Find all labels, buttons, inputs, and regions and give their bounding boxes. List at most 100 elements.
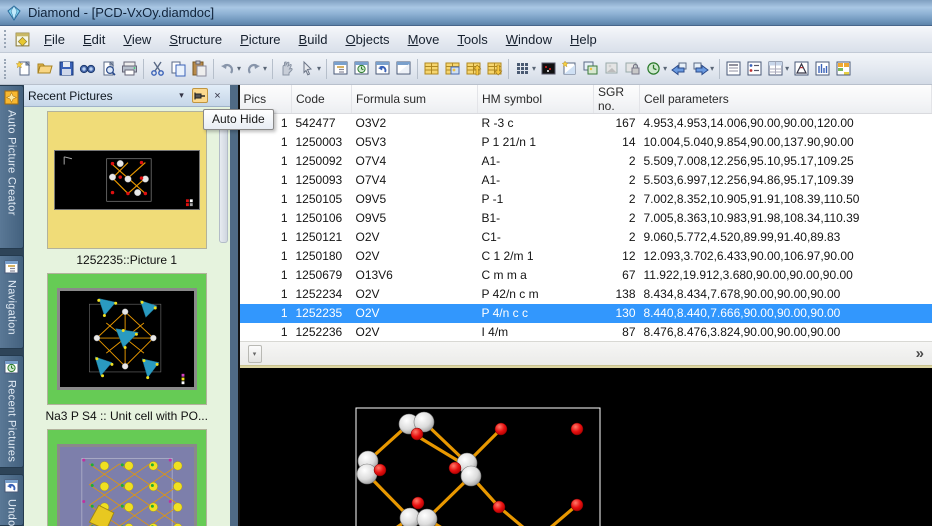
dropdown-arrow-icon[interactable]: ▾ [532, 64, 536, 73]
dropdown-arrow-icon[interactable]: ▾ [663, 64, 667, 73]
menu-move[interactable]: Move [399, 29, 449, 50]
pastepic-icon[interactable] [601, 58, 622, 79]
table-cell: 1 [240, 133, 292, 152]
menu-build[interactable]: Build [290, 29, 337, 50]
menu-file[interactable]: File [35, 29, 74, 50]
dock-tab-recent-pictures[interactable]: Recent Pictures [0, 355, 24, 468]
cut-icon[interactable] [147, 58, 168, 79]
dock-tab-navigation[interactable]: Navigation [0, 255, 24, 349]
table-row[interactable]: 11250679O13V6C m m a6711.922,19.912,3.68… [240, 266, 932, 285]
dropdown-arrow-icon[interactable]: ▾ [317, 64, 321, 73]
viewbar-dropdown-button[interactable]: ▾ [248, 345, 262, 363]
table-row[interactable]: 11250106O9V5B1-27.005,8.363,10.983,91.98… [240, 209, 932, 228]
menu-tools[interactable]: Tools [448, 29, 496, 50]
dropdown-arrow-icon[interactable]: ▾ [263, 64, 267, 73]
table-row[interactable]: 11250180O2VC 1 2/m 11212.093,3.702,6.433… [240, 247, 932, 266]
paste-icon[interactable] [189, 58, 210, 79]
tbl-new-icon[interactable] [421, 58, 442, 79]
table-cell: 87 [594, 323, 640, 342]
table-row[interactable]: 11250003O5V3P 1 21/n 11410.004,5.040,9.8… [240, 133, 932, 152]
table-cell: 1 [240, 171, 292, 190]
print-icon[interactable] [119, 58, 140, 79]
tbl-export-icon[interactable] [484, 58, 505, 79]
table-row[interactable]: 1542477O3V2R -3 c1674.953,4.953,14.006,9… [240, 114, 932, 133]
table-row[interactable]: 11252235O2VP 4/n c c1308.440,8.440,7.666… [240, 304, 932, 323]
dock-tab-undo-buffer[interactable]: Undo Buffer [0, 474, 24, 526]
open-icon[interactable] [35, 58, 56, 79]
table-row[interactable]: 11250105O9V5P -127.002,8.352,10.905,91.9… [240, 190, 932, 209]
column-header-hm-symbol[interactable]: HM symbol [478, 85, 594, 114]
undo-icon[interactable]: ▾ [217, 58, 243, 79]
viewangle-icon[interactable] [791, 58, 812, 79]
auto-hide-pin-button[interactable] [192, 88, 208, 103]
back-icon[interactable] [669, 58, 690, 79]
dropdown-arrow-icon[interactable]: ▾ [710, 64, 714, 73]
panel-close-button[interactable]: × [210, 88, 226, 103]
viewlist-icon[interactable] [723, 58, 744, 79]
save-icon[interactable] [56, 58, 77, 79]
menu-view[interactable]: View [114, 29, 160, 50]
thumbnail-image [57, 444, 197, 526]
column-header-sgr-no-[interactable]: SGR no. [594, 85, 640, 114]
pane-blank-icon[interactable] [393, 58, 414, 79]
tbl-pics-icon[interactable] [442, 58, 463, 79]
menu-help[interactable]: Help [561, 29, 606, 50]
pane-nav-icon[interactable] [330, 58, 351, 79]
table-cell: 1250093 [292, 171, 352, 190]
thumbnail-card-2[interactable] [47, 273, 207, 405]
gridview-icon[interactable]: ▾ [512, 58, 538, 79]
dock-tab-label: Recent Pictures [5, 380, 17, 462]
viewcolor-icon[interactable] [833, 58, 854, 79]
tbl-import-icon[interactable] [463, 58, 484, 79]
copy-icon[interactable] [168, 58, 189, 79]
column-header-formula-sum[interactable]: Formula sum [352, 85, 478, 114]
menu-picture[interactable]: Picture [231, 29, 289, 50]
table-row[interactable]: 11250121O2VC1-29.060,5.772,4.520,89.99,9… [240, 228, 932, 247]
redo-icon[interactable]: ▾ [243, 58, 269, 79]
dock-tab-auto-picture-creator[interactable]: Auto Picture Creator [0, 85, 24, 249]
hand-icon[interactable] [276, 58, 297, 79]
fwd-icon[interactable]: ▾ [690, 58, 716, 79]
structure-viewport[interactable] [240, 368, 932, 526]
thumbnail-card-1[interactable] [47, 111, 207, 249]
table-cell: 5.503,6.997,12.256,94.86,95.17,109.39 [640, 171, 932, 190]
viewtable-icon[interactable]: ▾ [765, 58, 791, 79]
menu-edit[interactable]: Edit [74, 29, 114, 50]
toolbar-grip[interactable] [4, 59, 9, 79]
scrollbar-thumb[interactable] [219, 123, 228, 243]
table-row[interactable]: 11250092O7V4A1-25.509,7.008,12.256,95.10… [240, 152, 932, 171]
copypic-icon[interactable] [580, 58, 601, 79]
pane-undo-icon[interactable] [372, 58, 393, 79]
render-icon[interactable] [538, 58, 559, 79]
column-header-code[interactable]: Code [292, 85, 352, 114]
menu-objects[interactable]: Objects [336, 29, 398, 50]
dropdown-arrow-icon[interactable]: ▾ [237, 64, 241, 73]
toolbar-separator [143, 59, 144, 79]
document-icon[interactable] [14, 31, 31, 48]
table-row[interactable]: 11252234O2VP 42/n c m1388.434,8.434,7.67… [240, 285, 932, 304]
picture-view-toolbar: ▾ » [240, 341, 932, 365]
menu-window[interactable]: Window [497, 29, 561, 50]
pointer-icon[interactable]: ▾ [297, 58, 323, 79]
dropdown-arrow-icon[interactable]: ▾ [785, 64, 789, 73]
menu-structure[interactable]: Structure [160, 29, 231, 50]
thumbnail-card-3[interactable] [47, 429, 207, 526]
table-cell: 11.922,19.912,3.680,90.00,90.00,90.00 [640, 266, 932, 285]
toolbar-overflow-chevron[interactable]: » [916, 345, 924, 362]
table-row[interactable]: 11252236O2VI 4/m878.476,8.476,3.824,90.0… [240, 323, 932, 342]
newpic-icon[interactable] [559, 58, 580, 79]
new-icon[interactable] [14, 58, 35, 79]
panel-scrollbar[interactable]: ▲ [218, 109, 229, 526]
preview-icon[interactable] [98, 58, 119, 79]
find-icon[interactable] [77, 58, 98, 79]
viewprops-icon[interactable] [744, 58, 765, 79]
autopic-icon[interactable]: ▾ [643, 58, 669, 79]
table-row[interactable]: 11250093O7V4A1-25.503,6.997,12.256,94.86… [240, 171, 932, 190]
lockpic-icon[interactable] [622, 58, 643, 79]
panel-menu-arrow-icon[interactable]: ▾ [174, 88, 190, 103]
pane-history-icon[interactable] [351, 58, 372, 79]
viewhisto-icon[interactable] [812, 58, 833, 79]
dock-splitter[interactable] [230, 85, 238, 526]
menubar-grip[interactable] [4, 30, 9, 48]
column-header-cell-parameters[interactable]: Cell parameters [640, 85, 932, 114]
